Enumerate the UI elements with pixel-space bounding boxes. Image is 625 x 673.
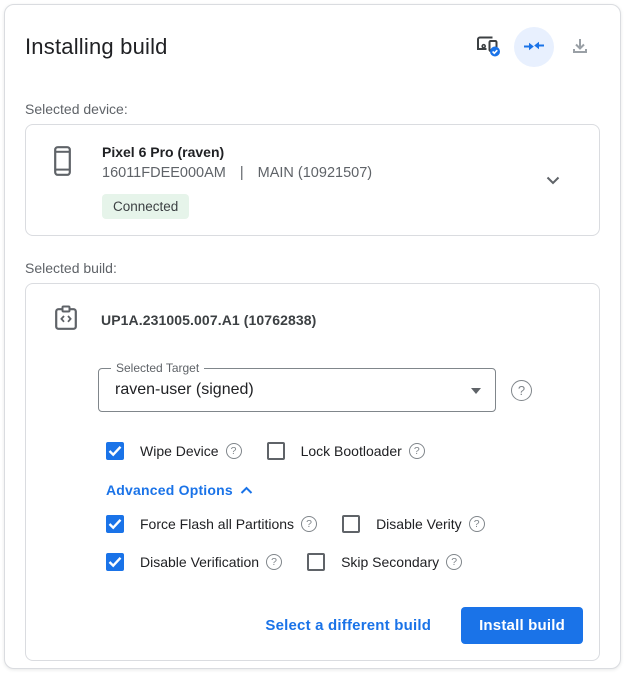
force-flash-checkbox[interactable] bbox=[106, 515, 124, 533]
option-label: Skip Secondary bbox=[341, 554, 439, 570]
advanced-row-1: Force Flash all Partitions ? Disable Ver… bbox=[98, 515, 583, 533]
option-disable-verity[interactable]: Disable Verity ? bbox=[342, 515, 485, 533]
selected-build-label: Selected build: bbox=[25, 260, 600, 276]
selected-device-label: Selected device: bbox=[25, 101, 600, 117]
wipe-device-help-icon[interactable]: ? bbox=[226, 443, 242, 459]
disable-verification-help-icon[interactable]: ? bbox=[266, 554, 282, 570]
devices-verified-icon bbox=[475, 33, 502, 61]
option-label: Disable Verification bbox=[140, 554, 259, 570]
action-buttons: Select a different build Install build bbox=[54, 607, 583, 644]
build-options: Selected Target raven-user (signed) ? Wi… bbox=[98, 368, 583, 571]
target-row: Selected Target raven-user (signed) ? bbox=[98, 368, 583, 412]
selected-target-value: raven-user (signed) bbox=[115, 381, 254, 399]
installing-build-dialog: Installing build bbox=[4, 4, 621, 669]
install-build-button[interactable]: Install build bbox=[461, 607, 583, 644]
option-lock-bootloader[interactable]: Lock Bootloader ? bbox=[267, 442, 425, 460]
status-badge: Connected bbox=[102, 194, 189, 219]
option-force-flash[interactable]: Force Flash all Partitions ? bbox=[106, 515, 317, 533]
options-row-1: Wipe Device ? Lock Bootloader ? bbox=[98, 442, 583, 460]
disable-verification-checkbox[interactable] bbox=[106, 553, 124, 571]
device-info: Pixel 6 Pro (raven) 16011FDEE000AM | MAIN … bbox=[102, 144, 372, 219]
advanced-row-2: Disable Verification ? Skip Secondary ? bbox=[98, 553, 583, 571]
device-meta: 16011FDEE000AM | MAIN (10921507) bbox=[102, 165, 372, 181]
target-help-icon[interactable]: ? bbox=[511, 380, 532, 401]
select-caret-icon bbox=[471, 388, 481, 394]
devices-verified-button[interactable] bbox=[468, 27, 508, 67]
option-wipe-device[interactable]: Wipe Device ? bbox=[106, 442, 242, 460]
device-build-info: MAIN (10921507) bbox=[258, 165, 372, 181]
skip-secondary-help-icon[interactable]: ? bbox=[446, 554, 462, 570]
advanced-options-label: Advanced Options bbox=[106, 482, 233, 498]
chevron-down-icon[interactable] bbox=[541, 168, 579, 195]
selected-target-label: Selected Target bbox=[111, 361, 204, 375]
build-header: UP1A.231005.007.A1 (10762838) bbox=[54, 305, 583, 334]
option-disable-verification[interactable]: Disable Verification ? bbox=[106, 553, 282, 571]
selected-build-card: UP1A.231005.007.A1 (10762838) Selected T… bbox=[25, 283, 600, 661]
selected-target-select[interactable]: Selected Target raven-user (signed) bbox=[98, 368, 496, 412]
option-label: Disable Verity bbox=[376, 516, 462, 532]
build-id: UP1A.231005.007.A1 (10762838) bbox=[101, 312, 316, 328]
disable-verity-checkbox[interactable] bbox=[342, 515, 360, 533]
option-label: Wipe Device bbox=[140, 443, 219, 459]
advanced-options-toggle[interactable]: Advanced Options bbox=[98, 482, 253, 498]
device-meta-separator: | bbox=[240, 165, 244, 181]
lock-bootloader-checkbox[interactable] bbox=[267, 442, 285, 460]
device-name: Pixel 6 Pro (raven) bbox=[102, 144, 372, 160]
toolbar bbox=[468, 27, 600, 67]
reconnect-device-button[interactable] bbox=[514, 27, 554, 67]
option-label: Lock Bootloader bbox=[301, 443, 402, 459]
disable-verity-help-icon[interactable]: ? bbox=[469, 516, 485, 532]
select-different-build-button[interactable]: Select a different build bbox=[265, 617, 431, 634]
build-code-icon bbox=[54, 305, 78, 334]
download-build-button[interactable] bbox=[560, 27, 600, 67]
force-flash-help-icon[interactable]: ? bbox=[301, 516, 317, 532]
option-skip-secondary[interactable]: Skip Secondary ? bbox=[307, 553, 462, 571]
merge-arrows-icon bbox=[523, 38, 545, 57]
option-label: Force Flash all Partitions bbox=[140, 516, 294, 532]
selected-device-card[interactable]: Pixel 6 Pro (raven) 16011FDEE000AM | MAIN … bbox=[25, 124, 600, 236]
dialog-header: Installing build bbox=[25, 5, 600, 67]
chevron-up-icon bbox=[240, 486, 253, 495]
download-icon bbox=[570, 36, 590, 59]
lock-bootloader-help-icon[interactable]: ? bbox=[409, 443, 425, 459]
skip-secondary-checkbox[interactable] bbox=[307, 553, 325, 571]
phone-icon bbox=[54, 144, 71, 179]
device-serial: 16011FDEE000AM bbox=[102, 165, 226, 181]
page-title: Installing build bbox=[25, 34, 168, 60]
wipe-device-checkbox[interactable] bbox=[106, 442, 124, 460]
